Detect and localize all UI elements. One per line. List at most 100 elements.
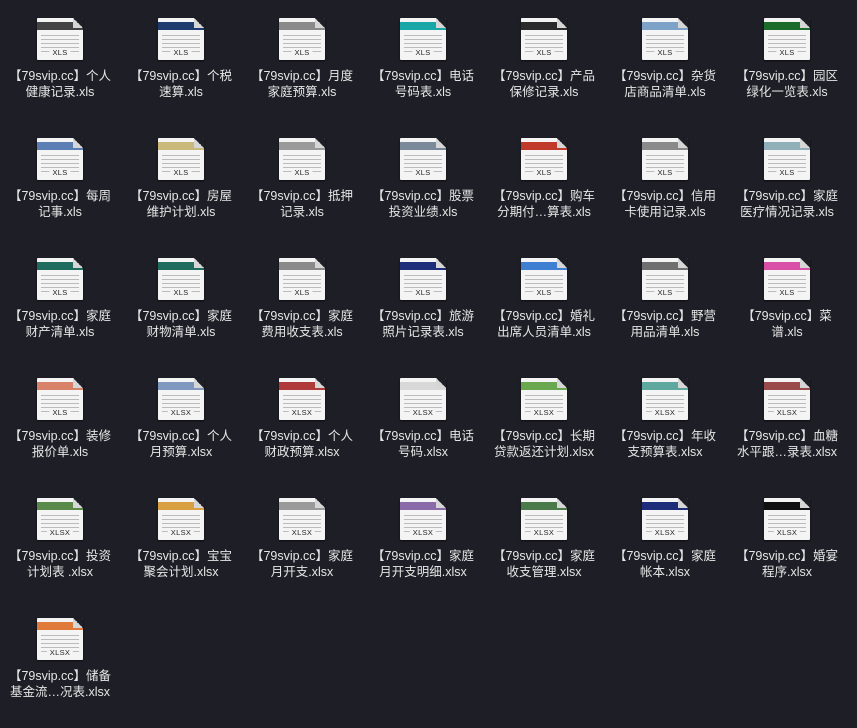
file-item[interactable]: XLS 【79svip.cc】菜 谱.xls — [727, 248, 847, 368]
file-item[interactable]: XLS 【79svip.cc】信用 卡使用记录.xls — [605, 128, 725, 248]
file-thumbnail: XLS — [37, 18, 83, 60]
file-item[interactable]: XLS 【79svip.cc】家庭 财产清单.xls — [0, 248, 120, 368]
page-fold — [800, 498, 810, 508]
file-item[interactable]: XLS 【79svip.cc】抵押 记录.xls — [242, 128, 362, 248]
file-extension-badge: XLSX — [409, 528, 437, 537]
page-fold — [194, 498, 204, 508]
file-name-label: 【79svip.cc】长期 贷款返还计划.xlsx — [492, 429, 596, 459]
page-fold — [73, 138, 83, 148]
file-item[interactable]: XLSX 【79svip.cc】家庭 月开支明细.xlsx — [363, 488, 483, 608]
file-item[interactable]: XLSX 【79svip.cc】宝宝 聚会计划.xlsx — [121, 488, 241, 608]
page-fold — [800, 18, 810, 28]
file-item[interactable]: XLSX 【79svip.cc】家庭 帐本.xlsx — [605, 488, 725, 608]
file-item[interactable]: XLS 【79svip.cc】家庭 费用收支表.xls — [242, 248, 362, 368]
file-extension-badge: XLS — [533, 288, 555, 297]
file-thumbnail: XLS — [764, 18, 810, 60]
file-item[interactable]: XLSX 【79svip.cc】投资 计划表 .xlsx — [0, 488, 120, 608]
spreadsheet-file-icon: XLSX — [35, 498, 85, 540]
page-fold — [315, 258, 325, 268]
file-extension-badge: XLSX — [773, 408, 801, 417]
file-thumbnail: XLS — [521, 138, 567, 180]
file-item[interactable]: XLSX 【79svip.cc】婚宴 程序.xlsx — [727, 488, 847, 608]
spreadsheet-file-icon: XLS — [277, 18, 327, 60]
file-name-label: 【79svip.cc】野营 用品清单.xls — [613, 309, 717, 339]
file-item[interactable]: XLS 【79svip.cc】家庭 财物清单.xls — [121, 248, 241, 368]
spreadsheet-file-icon: XLSX — [277, 378, 327, 420]
file-name-label: 【79svip.cc】家庭 医疗情况记录.xls — [735, 189, 839, 219]
page-fold — [436, 18, 446, 28]
file-item[interactable]: XLS 【79svip.cc】旅游 照片记录表.xls — [363, 248, 483, 368]
page-fold — [315, 138, 325, 148]
file-name-label: 【79svip.cc】产品 保修记录.xls — [492, 69, 596, 99]
file-item[interactable]: XLSX 【79svip.cc】储备 基金流…况表.xlsx — [0, 608, 120, 728]
spreadsheet-file-icon: XLS — [156, 258, 206, 300]
page-fold — [800, 258, 810, 268]
file-thumbnail: XLS — [400, 18, 446, 60]
page-fold — [800, 378, 810, 388]
file-item[interactable]: XLS 【79svip.cc】个税 速算.xls — [121, 8, 241, 128]
file-thumbnail: XLS — [37, 378, 83, 420]
file-extension-badge: XLSX — [530, 408, 558, 417]
file-name-label: 【79svip.cc】个人 财政预算.xlsx — [250, 429, 354, 459]
file-extension-badge: XLS — [49, 288, 71, 297]
spreadsheet-file-icon: XLS — [519, 138, 569, 180]
file-extension-badge: XLSX — [409, 408, 437, 417]
file-thumbnail: XLSX — [400, 378, 446, 420]
file-item[interactable]: XLSX 【79svip.cc】年收 支预算表.xlsx — [605, 368, 725, 488]
file-item[interactable]: XLSX 【79svip.cc】个人 月预算.xlsx — [121, 368, 241, 488]
file-item[interactable]: XLS 【79svip.cc】家庭 医疗情况记录.xls — [727, 128, 847, 248]
spreadsheet-file-icon: XLS — [762, 18, 812, 60]
file-thumbnail: XLSX — [521, 378, 567, 420]
page-fold — [678, 258, 688, 268]
file-thumbnail: XLS — [764, 138, 810, 180]
file-extension-badge: XLS — [291, 288, 313, 297]
file-item[interactable]: XLS 【79svip.cc】购车 分期付…算表.xls — [484, 128, 604, 248]
file-item[interactable]: XLS 【79svip.cc】房屋 维护计划.xls — [121, 128, 241, 248]
file-thumbnail: XLSX — [158, 498, 204, 540]
page-fold — [73, 258, 83, 268]
spreadsheet-file-icon: XLS — [277, 138, 327, 180]
file-item[interactable]: XLS 【79svip.cc】园区 绿化一览表.xls — [727, 8, 847, 128]
page-fold — [557, 18, 567, 28]
file-item[interactable]: XLS 【79svip.cc】产品 保修记录.xls — [484, 8, 604, 128]
page-fold — [557, 378, 567, 388]
file-name-label: 【79svip.cc】家庭 帐本.xlsx — [613, 549, 717, 579]
file-item[interactable]: XLSX 【79svip.cc】个人 财政预算.xlsx — [242, 368, 362, 488]
file-item[interactable]: XLS 【79svip.cc】股票 投资业绩.xls — [363, 128, 483, 248]
file-thumbnail: XLSX — [37, 498, 83, 540]
file-extension-badge: XLS — [533, 48, 555, 57]
file-item[interactable]: XLS 【79svip.cc】婚礼 出席人员清单.xls — [484, 248, 604, 368]
spreadsheet-file-icon: XLSX — [156, 498, 206, 540]
page-fold — [678, 18, 688, 28]
file-extension-badge: XLS — [49, 48, 71, 57]
file-thumbnail: XLS — [521, 18, 567, 60]
file-name-label: 【79svip.cc】家庭 月开支明细.xlsx — [371, 549, 475, 579]
page-fold — [436, 378, 446, 388]
file-name-label: 【79svip.cc】血糖 水平跟…录表.xlsx — [735, 429, 839, 459]
file-item[interactable]: XLS 【79svip.cc】装修 报价单.xls — [0, 368, 120, 488]
file-name-label: 【79svip.cc】月度 家庭预算.xls — [250, 69, 354, 99]
page-fold — [73, 618, 83, 628]
spreadsheet-file-icon: XLSX — [35, 618, 85, 660]
file-extension-badge: XLSX — [773, 528, 801, 537]
file-name-label: 【79svip.cc】电话 号码表.xls — [371, 69, 475, 99]
file-item[interactable]: XLS 【79svip.cc】每周 记事.xls — [0, 128, 120, 248]
spreadsheet-file-icon: XLS — [35, 378, 85, 420]
file-extension-badge: XLS — [654, 288, 676, 297]
file-item[interactable]: XLSX 【79svip.cc】家庭 收支管理.xlsx — [484, 488, 604, 608]
file-item[interactable]: XLSX 【79svip.cc】长期 贷款返还计划.xlsx — [484, 368, 604, 488]
file-extension-badge: XLSX — [167, 528, 195, 537]
spreadsheet-file-icon: XLS — [398, 138, 448, 180]
file-thumbnail: XLSX — [37, 618, 83, 660]
file-item[interactable]: XLS 【79svip.cc】个人 健康记录.xls — [0, 8, 120, 128]
file-item[interactable]: XLS 【79svip.cc】电话 号码表.xls — [363, 8, 483, 128]
file-item[interactable]: XLSX 【79svip.cc】家庭 月开支.xlsx — [242, 488, 362, 608]
file-item[interactable]: XLSX 【79svip.cc】血糖 水平跟…录表.xlsx — [727, 368, 847, 488]
file-extension-badge: XLS — [412, 288, 434, 297]
file-item[interactable]: XLS 【79svip.cc】野营 用品清单.xls — [605, 248, 725, 368]
file-name-label: 【79svip.cc】家庭 月开支.xlsx — [250, 549, 354, 579]
file-item[interactable]: XLSX 【79svip.cc】电话 号码.xlsx — [363, 368, 483, 488]
file-item[interactable]: XLS 【79svip.cc】月度 家庭预算.xls — [242, 8, 362, 128]
file-item[interactable]: XLS 【79svip.cc】杂货 店商品清单.xls — [605, 8, 725, 128]
file-name-label: 【79svip.cc】抵押 记录.xls — [250, 189, 354, 219]
